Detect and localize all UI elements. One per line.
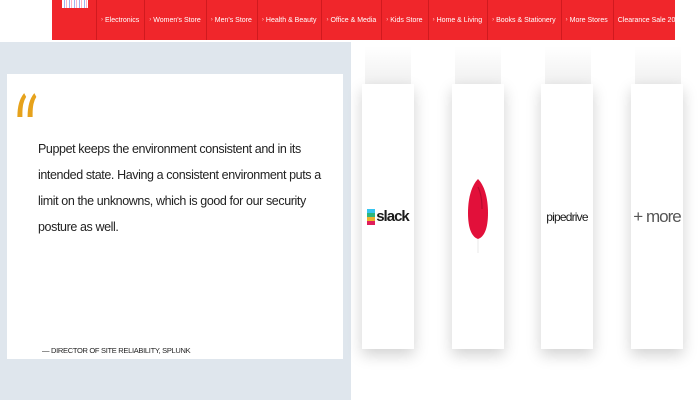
nav-item-clearance-sale[interactable]: Clearance Sale 2022: [612, 0, 688, 40]
chevron-right-icon: ›: [326, 17, 329, 23]
card-shadow: [635, 46, 681, 84]
nav-item-label: More Stores: [569, 16, 608, 24]
page: › Electronics › Women's Store › Men's Store…: [0, 0, 700, 400]
chevron-right-icon: ›: [210, 17, 213, 23]
testimonial-quote: Puppet keeps the environment consistent …: [38, 142, 321, 234]
logo-card-more[interactable]: + more: [631, 84, 683, 349]
nav-item-womens-store[interactable]: › Women's Store: [144, 0, 206, 40]
rose-logo-icon: [468, 178, 488, 253]
chevron-right-icon: ›: [101, 17, 103, 23]
logo-card-rose[interactable]: [452, 84, 504, 349]
chevron-right-icon: ›: [386, 17, 389, 23]
nav-item-mens-store[interactable]: › Men's Store: [205, 0, 257, 40]
speech-bubble-tail: [20, 317, 40, 355]
nav-item-label: Office & Media: [330, 16, 377, 24]
chevron-right-icon: ›: [492, 17, 495, 23]
more-logos-label: + more: [633, 206, 681, 226]
chevron-right-icon: ›: [149, 17, 152, 23]
nav-item-books-stationery[interactable]: › Books & Stationery: [487, 0, 561, 40]
nav-item-label: Electronics: [105, 16, 140, 24]
chevron-right-icon: ›: [432, 17, 435, 23]
card-shadow: [455, 46, 501, 84]
card-shadow: [545, 46, 591, 84]
nav-item-label: Women's Store: [153, 16, 201, 24]
card-shadow: [365, 46, 411, 84]
nav-item-label: Home & Living: [436, 16, 483, 24]
chevron-right-icon: ›: [261, 17, 264, 23]
nav-item-label: Clearance Sale 2022: [617, 16, 684, 24]
testimonial-author: — DIRECTOR OF SITE RELIABILITY, SPLUNK: [42, 346, 191, 355]
logo-stripes-icon: [62, 0, 88, 8]
quote-mark-icon: “: [12, 76, 39, 188]
logo-card-pipedrive[interactable]: pipedrive: [541, 84, 593, 349]
pipedrive-logo: pipedrive: [546, 209, 588, 224]
nav-item-more-stores[interactable]: › More Stores: [560, 0, 613, 40]
nav-item-electronics[interactable]: › Electronics: [96, 0, 144, 40]
nav-item-label: Health & Beauty: [265, 16, 317, 24]
nav-item-health-beauty[interactable]: › Health & Beauty: [256, 0, 322, 40]
nav-item-label: Men's Store: [214, 16, 252, 24]
logo-card-slack[interactable]: slack: [362, 84, 414, 349]
chevron-right-icon: ›: [565, 17, 568, 23]
top-nav: › Electronics › Women's Store › Men's Store…: [0, 0, 700, 40]
nav-item-home-living[interactable]: › Home & Living: [427, 0, 488, 40]
nav-item-label: Kids Store: [390, 16, 423, 24]
slack-mark-icon: [367, 208, 376, 225]
slack-logo: slack: [367, 208, 410, 225]
category-menu: › Electronics › Women's Store › Men's Store…: [52, 0, 683, 40]
nav-item-kids-store[interactable]: › Kids Store: [381, 0, 427, 40]
nav-item-office-media[interactable]: › Office & Media: [321, 0, 381, 40]
nav-item-label: Books & Stationery: [496, 16, 556, 24]
slack-wordmark: slack: [376, 208, 410, 225]
